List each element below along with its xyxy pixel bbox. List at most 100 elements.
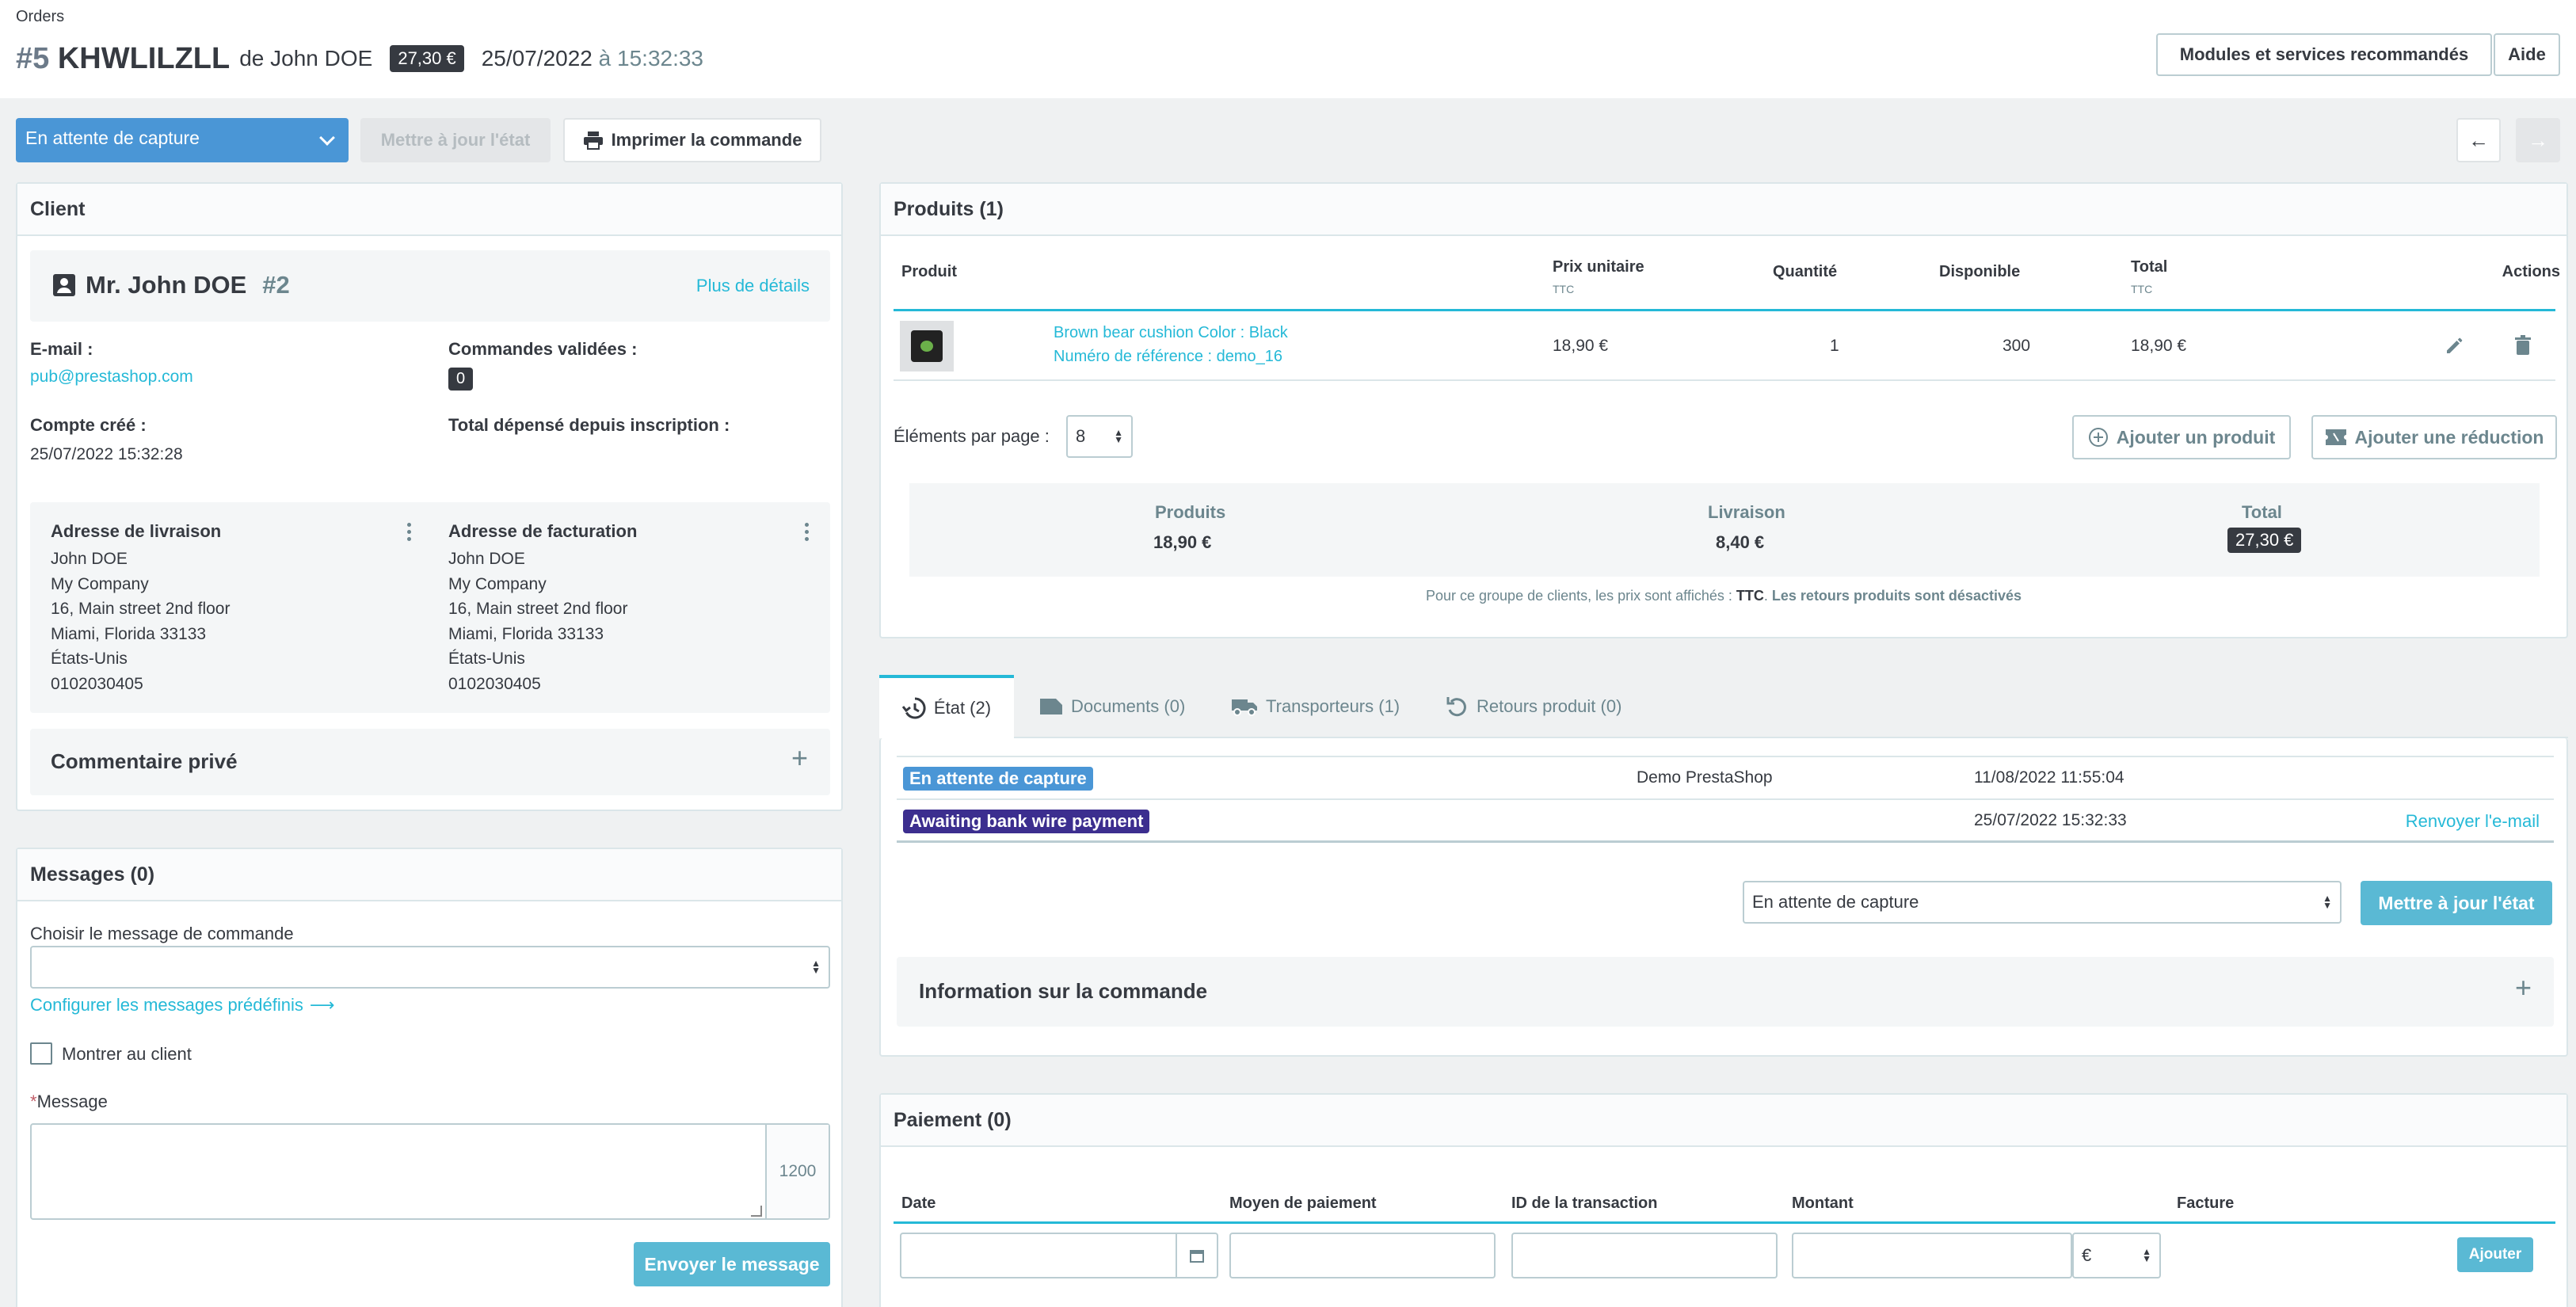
product-quantity: 1 [1830,337,1839,355]
col-payment-method: Moyen de paiement [1229,1195,1377,1212]
plus-icon: + [791,741,808,774]
more-vertical-icon[interactable] [407,523,412,541]
payment-method-input[interactable] [1229,1233,1496,1278]
update-status-button[interactable]: Mettre à jour l'état [2361,881,2552,925]
product-name-link[interactable]: Brown bear cushion Color : Black [1054,324,1288,342]
billing-address-title: Adresse de facturation [448,521,638,541]
ticket-icon [2325,429,2346,445]
products-card-title: Produits (1) [881,184,2566,236]
payment-card: Paiement (0) Date Moyen de paiement ID d… [879,1093,2568,1307]
col-total: Total TTC [2131,258,2168,295]
summary-total-label: Total [2242,502,2282,522]
summary-products-value: 18,90 € [1153,532,1212,552]
order-customer: de John DOE [239,46,373,70]
product-available: 300 [2002,337,2031,355]
account-created-value: 25/07/2022 15:32:28 [30,445,183,463]
products-card: Produits (1) Produit Prix unitaire TTC Q… [879,182,2568,638]
private-comment-toggle[interactable]: Commentaire privé + [30,729,830,795]
add-product-button[interactable]: Ajouter un produit [2072,415,2291,459]
choose-message-label: Choisir le message de commande [30,924,294,943]
arrow-right-icon: → [2528,128,2548,152]
print-order-button[interactable]: Imprimer la commande [563,118,821,162]
add-payment-button[interactable]: Ajouter [2457,1237,2533,1272]
plus-icon: + [2514,971,2532,1004]
tab-documents[interactable]: Documents (0) [1039,675,1185,738]
per-page-label: Éléments par page : [894,426,1050,446]
order-number: #5 [16,41,50,75]
summary-shipping-label: Livraison [1708,502,1785,522]
private-comment-title: Commentaire privé [51,749,238,773]
calendar-icon[interactable] [1176,1234,1217,1277]
customer-email-link[interactable]: pub@prestashop.com [30,368,193,387]
amount-input[interactable] [1792,1233,2072,1278]
message-textarea[interactable]: 1200 [30,1123,830,1220]
customer-details-link[interactable]: Plus de détails [696,276,810,296]
product-reference[interactable]: Numéro de référence : demo_16 [1054,348,1282,366]
history-row: Awaiting bank wire payment 25/07/2022 15… [897,800,2554,843]
order-status-select[interactable]: En attente de capture [16,118,349,162]
arrow-left-icon: ← [2468,128,2489,152]
currency-select[interactable]: € ▲ ▼ [2072,1233,2161,1278]
breadcrumb[interactable]: Orders [16,8,64,26]
payment-card-title: Paiement (0) [881,1095,2566,1147]
transaction-id-input[interactable] [1511,1233,1778,1278]
email-label: E-mail : [30,339,93,359]
predefined-message-select[interactable]: ▲ ▼ [30,946,830,989]
order-total-badge: 27,30 € [390,45,464,72]
tab-returns[interactable]: Retours produit (0) [1446,675,1621,738]
page-title: #5 KHWLILZLL de John DOE 27,30 € 25/07/2… [16,41,703,76]
status-badge: Awaiting bank wire payment [903,810,1150,833]
arrow-right-icon: ⟶ [309,995,335,1015]
configure-messages-link[interactable]: Configurer les messages prédéfinis ⟶ [30,995,334,1015]
customer-summary: Mr. John DOE #2 Plus de détails [30,250,830,322]
tab-history[interactable]: État (2) [879,675,1014,738]
message-label: *Message [30,1092,108,1111]
show-client-checkbox[interactable] [30,1042,52,1065]
col-actions: Actions [2502,263,2560,280]
validated-orders-badge: 0 [448,368,474,391]
product-total: 18,90 € [2131,337,2187,355]
customer-id: #2 [262,271,290,299]
add-discount-button[interactable]: Ajouter une réduction [2311,415,2557,459]
tab-carriers[interactable]: Transporteurs (1) [1231,675,1400,738]
total-spent-label: Total dépensé depuis inscription : [448,415,730,435]
help-button[interactable]: Aide [2494,33,2560,76]
col-payment-date: Date [901,1195,936,1212]
col-available: Disponible [1939,263,2021,280]
billing-address: John DOE My Company 16, Main street 2nd … [448,550,628,693]
resend-email-link[interactable]: Renvoyer l'e-mail [2406,811,2540,832]
per-page-select[interactable]: 8 ▲ ▼ [1066,415,1133,458]
history-row: En attente de capture Demo PrestaShop 11… [897,757,2554,800]
col-quantity: Quantité [1773,263,1838,280]
validated-orders-label: Commandes validées : [448,339,638,359]
summary-total-badge: 27,30 € [2227,528,2302,553]
trash-icon[interactable] [2514,335,2532,356]
previous-order-button[interactable]: ← [2456,118,2501,162]
select-arrows-icon: ▲ ▼ [2142,1246,2151,1264]
update-status-button-disabled[interactable]: Mettre à jour l'état [360,118,551,162]
next-order-button[interactable]: → [2516,118,2560,162]
edit-pencil-icon[interactable] [2445,335,2465,356]
account-created-label: Compte créé : [30,415,147,435]
status-badge: En attente de capture [903,767,1093,791]
order-info-title: Information sur la commande [919,979,1208,1003]
summary-products-label: Produits [1155,502,1226,522]
history-panel: En attente de capture Demo PrestaShop 11… [879,738,2568,1057]
price-display-note: Pour ce groupe de clients, les prix sont… [1426,588,2022,604]
col-transaction-id: ID de la transaction [1511,1195,1658,1212]
undo-icon [1446,697,1466,717]
product-thumbnail[interactable] [900,321,954,372]
more-vertical-icon[interactable] [805,523,810,541]
history-status-select[interactable]: En attente de capture ▲ ▼ [1743,881,2342,924]
recommended-modules-button[interactable]: Modules et services recommandés [2156,33,2492,76]
character-counter: 1200 [765,1125,829,1218]
order-reference: KHWLILZLL [57,41,231,75]
document-icon [1040,699,1062,714]
history-icon [901,697,926,719]
chevron-down-icon [319,130,335,146]
send-message-button[interactable]: Envoyer le message [634,1242,830,1286]
order-info-toggle[interactable]: Information sur la commande + [897,957,2554,1027]
resize-handle-icon[interactable] [751,1206,762,1217]
payment-date-input[interactable] [900,1233,1218,1278]
printer-icon [583,131,603,150]
